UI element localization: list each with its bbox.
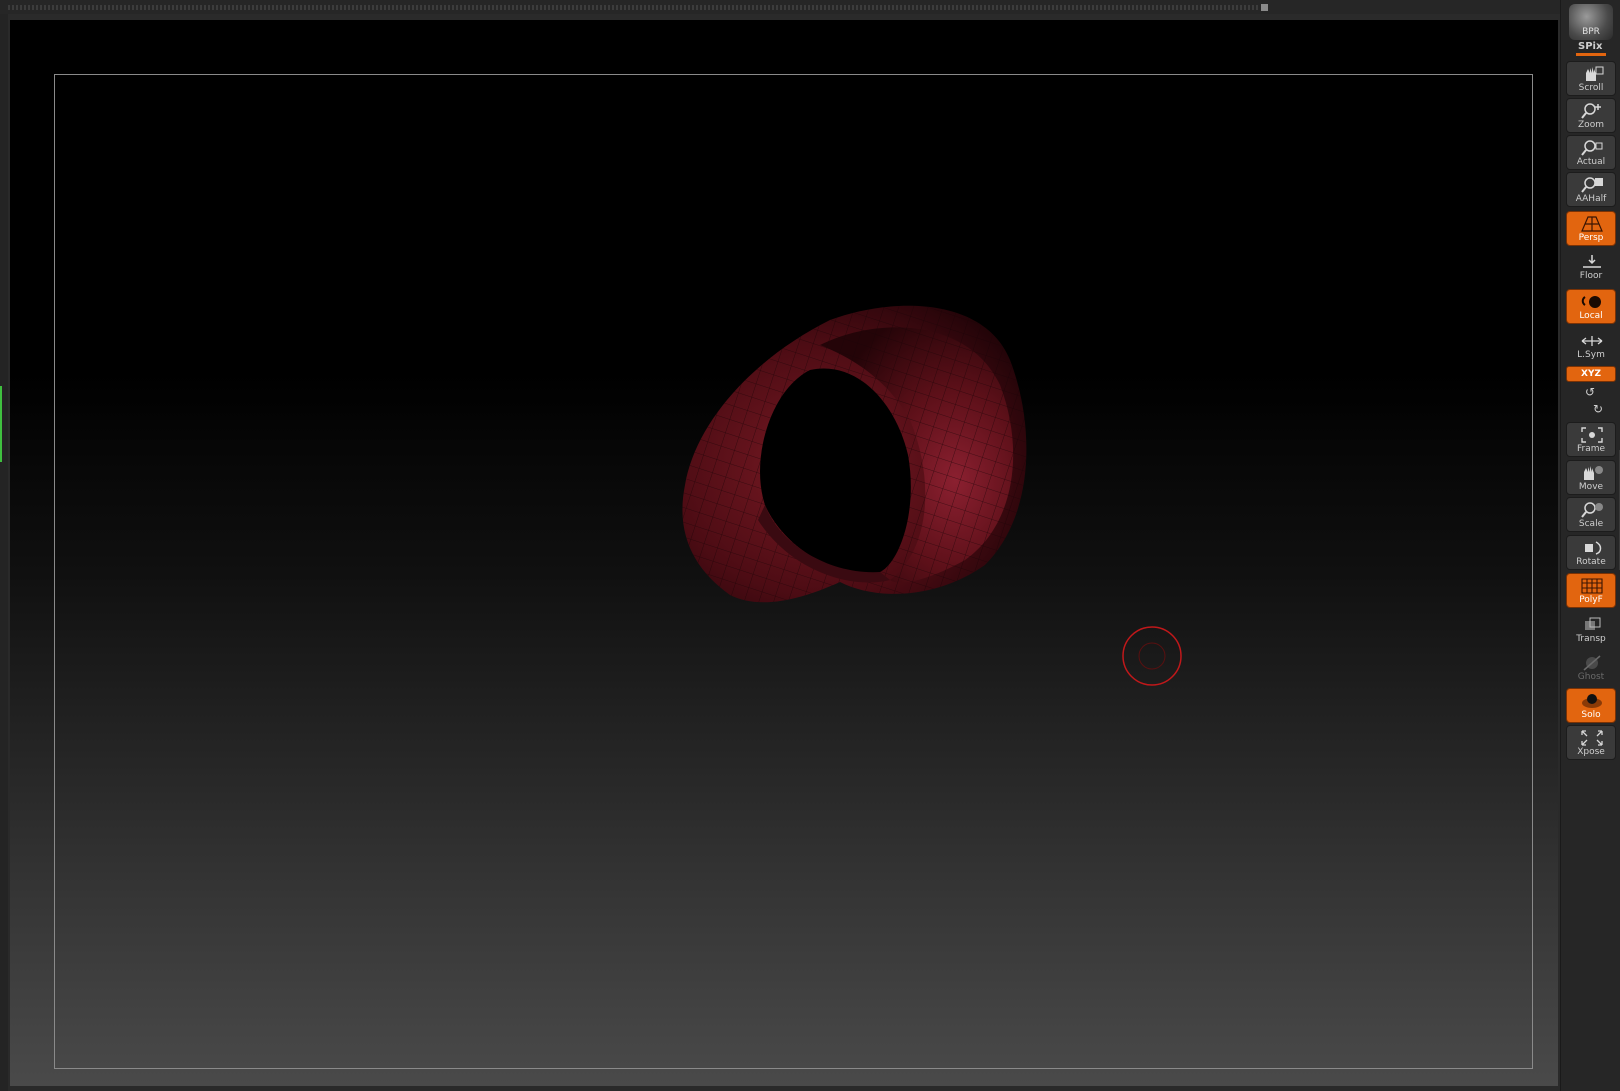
scroll-button[interactable]: Scroll: [1566, 61, 1616, 96]
transparency-icon: [1585, 617, 1601, 630]
shelf-toggle[interactable]: [1261, 4, 1268, 11]
actual-label: Actual: [1576, 157, 1606, 167]
right-shelf: BPR SPix Scroll Zoom Actual AAHalf Persp…: [1560, 0, 1620, 1091]
actual-button[interactable]: Actual: [1566, 135, 1616, 170]
scroll-label: Scroll: [1578, 83, 1604, 93]
tray-indicator[interactable]: [0, 386, 2, 462]
floor-label: Floor: [1579, 271, 1603, 281]
document-viewport[interactable]: [10, 20, 1558, 1086]
xpose-button[interactable]: Xpose: [1566, 725, 1616, 760]
local-symmetry-icon: [1581, 336, 1603, 346]
rotate-z-icon[interactable]: ↻: [1591, 402, 1605, 416]
scale-button[interactable]: Scale: [1566, 497, 1616, 532]
local-pivot-icon: [1581, 296, 1601, 308]
aahalf-button[interactable]: AAHalf: [1566, 172, 1616, 207]
zoom-label: Zoom: [1578, 120, 1604, 130]
ghost-label: Ghost: [1577, 672, 1605, 682]
floor-button[interactable]: Floor: [1566, 249, 1616, 284]
hand-move-icon: [1584, 466, 1603, 480]
xpose-icon: [1581, 730, 1603, 746]
top-shelf: [0, 0, 1570, 14]
persp-button[interactable]: Persp: [1566, 211, 1616, 246]
spix-slider-label[interactable]: SPix: [1578, 41, 1602, 53]
local-label: Local: [1579, 311, 1603, 321]
brush-cursor: [1122, 626, 1182, 686]
transp-label: Transp: [1576, 634, 1606, 644]
spix-slider[interactable]: [1576, 53, 1606, 56]
magnifier-actual-icon: [1581, 140, 1603, 156]
xyz-rotation-button[interactable]: XYZ: [1566, 366, 1616, 382]
magnifier-aahalf-icon: [1581, 177, 1603, 193]
solo-icon: [1582, 694, 1602, 708]
polyf-label: PolyF: [1579, 595, 1603, 605]
bpr-render-button[interactable]: BPR: [1569, 4, 1613, 40]
lsym-button[interactable]: L.Sym: [1566, 328, 1616, 363]
magnifier-scale-icon: [1581, 502, 1603, 518]
shelf-divider[interactable]: [8, 5, 1258, 10]
frame-button[interactable]: Frame: [1566, 422, 1616, 457]
ghost-button[interactable]: Ghost: [1566, 650, 1616, 685]
frame-icon: [1581, 427, 1603, 443]
lsym-label: L.Sym: [1577, 350, 1605, 360]
ghost-icon: [1583, 655, 1601, 671]
xpose-label: Xpose: [1577, 747, 1605, 757]
perspective-grid-icon: [1581, 216, 1603, 232]
polyframe-icon: [1581, 578, 1603, 594]
bpr-label: BPR: [1582, 27, 1600, 37]
rotate-label: Rotate: [1576, 557, 1606, 567]
rotate-icon: [1585, 541, 1602, 555]
rotate-y-icon[interactable]: ↺: [1583, 385, 1597, 399]
move-button[interactable]: Move: [1566, 460, 1616, 495]
3d-mesh-model[interactable]: [680, 300, 1070, 640]
hand-scroll-icon: [1586, 66, 1604, 81]
zoom-button[interactable]: Zoom: [1566, 98, 1616, 133]
solo-button[interactable]: Solo: [1566, 688, 1616, 723]
magnifier-zoom-icon: [1581, 103, 1601, 119]
rotate-button[interactable]: Rotate: [1566, 535, 1616, 570]
floor-icon: [1583, 255, 1601, 268]
scale-label: Scale: [1578, 519, 1604, 529]
transp-button[interactable]: Transp: [1566, 612, 1616, 647]
persp-label: Persp: [1578, 233, 1604, 243]
frame-label: Frame: [1576, 444, 1606, 454]
local-button[interactable]: Local: [1566, 289, 1616, 324]
solo-label: Solo: [1581, 710, 1601, 720]
move-label: Move: [1578, 482, 1604, 492]
aahalf-label: AAHalf: [1575, 194, 1607, 204]
left-tray: [0, 14, 8, 1091]
polyf-button[interactable]: PolyF: [1566, 573, 1616, 608]
